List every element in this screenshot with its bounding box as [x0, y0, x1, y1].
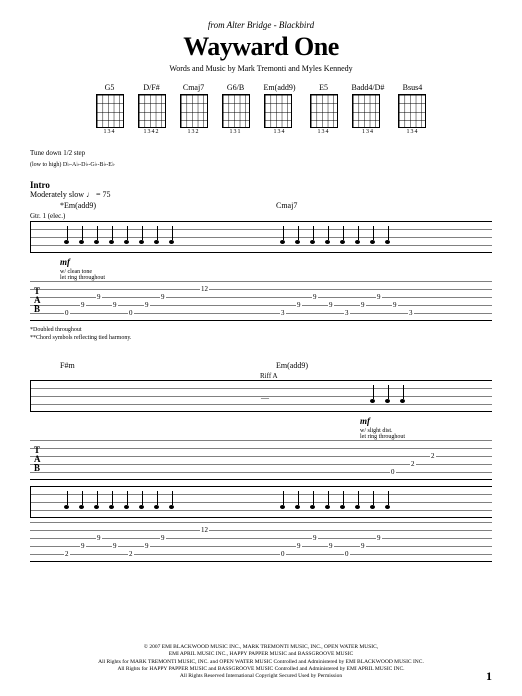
tab-staff-gtr1: 2 9 9 9 2 9 9 12 0 9 9 9 0 9 9 — [30, 522, 492, 562]
copyright-line: All Rights Reserved International Copyri… — [0, 673, 522, 680]
staff-system-1: Intro Moderately slow ♩ = 75 *Em(add9) C… — [30, 180, 492, 341]
tuning-note: Tune down 1/2 step — [30, 149, 492, 157]
notation-staff-gtr1 — [30, 486, 492, 518]
tab-label: TAB — [34, 287, 41, 314]
notation-staff-gtr2: — — [30, 380, 492, 412]
footnote: *Doubled throughout — [30, 327, 492, 333]
tab-staff-gtr2: TAB 0 2 2 — [30, 440, 492, 480]
note-run — [64, 505, 174, 509]
riff-label: Riff A — [260, 372, 492, 380]
chord-diagram: Bsus4134 — [398, 83, 426, 135]
chord-marker: Em(add9) — [276, 361, 492, 370]
chord-diagram: Badd4/D#134 — [352, 83, 385, 135]
copyright-line: All Rights for MARK TREMONTI MUSIC, INC.… — [0, 659, 522, 666]
chord-diagram: G6/B131 — [222, 83, 250, 135]
tab-staff: TAB 0 9 9 9 0 9 9 12 3 9 9 9 3 9 9 9 3 — [30, 281, 492, 321]
chord-diagram: E5134 — [310, 83, 338, 135]
note-run — [370, 399, 405, 403]
chord-labels-row: F#m Em(add9) — [30, 361, 492, 370]
song-title: Wayward One — [30, 32, 492, 62]
tab-numbers: 0 2 2 — [60, 440, 492, 479]
dynamic-marking: mf — [360, 416, 492, 426]
note-run — [280, 505, 390, 509]
credits-line: Words and Music by Mark Tremonti and Myl… — [30, 64, 492, 73]
chord-diagram: Cmaj7132 — [180, 83, 208, 135]
page-number: 1 — [486, 669, 492, 684]
copyright-line: © 2007 EMI BLACKWOOD MUSIC INC., MARK TR… — [0, 644, 522, 651]
note-run — [64, 240, 174, 244]
sheet-header: from Alter Bridge - Blackbird Wayward On… — [30, 20, 492, 73]
chord-diagram: G5134 — [96, 83, 124, 135]
section-label: Intro — [30, 180, 492, 190]
chord-marker: F#m — [60, 361, 276, 370]
dynamic-marking: mf — [60, 257, 492, 267]
notation-staff — [30, 221, 492, 253]
tempo-marking: Moderately slow ♩ = 75 — [30, 190, 492, 199]
staff-system-2: F#m Em(add9) Riff A — mf w/ slight dist.… — [30, 361, 492, 562]
tab-numbers: 0 9 9 9 0 9 9 12 3 9 9 9 3 9 9 9 3 — [60, 281, 492, 320]
tab-label: TAB — [34, 446, 41, 473]
multi-rest: — — [261, 393, 269, 402]
copyright-line: All Rights for HAPPY PAPPER MUSIC and BA… — [0, 666, 522, 673]
guitar-label: Gtr. 1 (elec.) — [30, 212, 492, 220]
chord-marker: *Em(add9) — [60, 201, 276, 210]
copyright-line: EMI APRIL MUSIC INC., HAPPY PAPPER MUSIC… — [0, 651, 522, 658]
chord-diagram: D/F#1342 — [138, 83, 166, 135]
tuning-detail: (low to high) D♭-A♭-D♭-G♭-B♭-E♭ — [30, 161, 492, 168]
chord-diagrams-row: G5134 D/F#1342 Cmaj7132 G6/B131 Em(add9)… — [30, 83, 492, 135]
footnote: **Chord symbols reflecting tied harmony. — [30, 335, 492, 341]
chord-labels-row: *Em(add9) Cmaj7 — [30, 201, 492, 210]
copyright-block: © 2007 EMI BLACKWOOD MUSIC INC., MARK TR… — [0, 644, 522, 680]
note-run — [280, 240, 390, 244]
tab-numbers: 2 9 9 9 2 9 9 12 0 9 9 9 0 9 9 — [60, 522, 492, 561]
chord-diagram: Em(add9)134 — [264, 83, 296, 135]
source-line: from Alter Bridge - Blackbird — [30, 20, 492, 30]
chord-marker: Cmaj7 — [276, 201, 492, 210]
